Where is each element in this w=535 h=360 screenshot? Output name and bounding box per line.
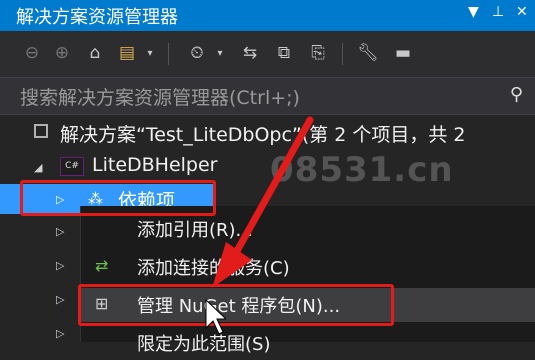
dropdown-arrow-icon[interactable]: ▼ — [468, 4, 479, 20]
window-title: 解决方案资源管理器 — [16, 7, 178, 28]
show-all-files-icon[interactable]: ⎘ — [304, 39, 332, 67]
solution-icon — [34, 124, 48, 138]
dropdown-icon[interactable]: ▾ — [144, 39, 156, 67]
toolbar-separator — [342, 43, 343, 65]
connected-service-icon: ⇄ — [95, 256, 109, 275]
pending-changes-icon[interactable]: ⏲ — [180, 39, 214, 67]
collapsed-arrow-icon[interactable]: ▷ — [56, 259, 64, 272]
search-input[interactable]: 搜索解决方案资源管理器(Ctrl+;) — [20, 83, 300, 110]
toolbar: ⊖ ⊕ ⌂ ▤ ▾ ⏲ ▾ ⇆ ⧉ ⎘ 🔧︎ ▬ — [0, 31, 535, 77]
toolbar-separator — [168, 43, 169, 65]
close-icon[interactable]: ✕ — [516, 4, 528, 20]
collapsed-arrow-icon[interactable]: ▷ — [56, 293, 64, 306]
title-bar: 解决方案资源管理器 ▼ ⊥ ✕ — [0, 0, 535, 31]
csharp-project-icon: C# — [60, 157, 84, 176]
menu-item-scope-to-this[interactable]: 限定为此范围(S) — [81, 326, 535, 360]
dropdown-icon[interactable]: ▾ — [214, 39, 226, 67]
home-icon[interactable]: ⌂ — [82, 39, 108, 67]
sync-icon[interactable]: ⇆ — [236, 39, 264, 67]
preview-icon[interactable]: ▬ — [388, 39, 418, 67]
back-icon[interactable]: ⊖ — [20, 39, 44, 67]
annotation-arrow — [212, 116, 314, 288]
mouse-cursor-icon — [205, 298, 226, 335]
forward-icon[interactable]: ⊕ — [50, 39, 74, 67]
collapse-all-icon[interactable]: ⧉ — [270, 39, 298, 67]
pin-icon[interactable]: ⊥ — [492, 4, 504, 20]
expanded-arrow-icon[interactable]: ◢ — [34, 161, 42, 174]
switch-views-icon[interactable]: ▤ — [112, 39, 142, 67]
search-icon[interactable]: ⚲ — [510, 84, 523, 105]
properties-icon[interactable]: 🔧︎ — [354, 39, 382, 67]
collapsed-arrow-icon[interactable]: ▷ — [56, 327, 64, 340]
collapsed-arrow-icon[interactable]: ▷ — [56, 225, 64, 238]
